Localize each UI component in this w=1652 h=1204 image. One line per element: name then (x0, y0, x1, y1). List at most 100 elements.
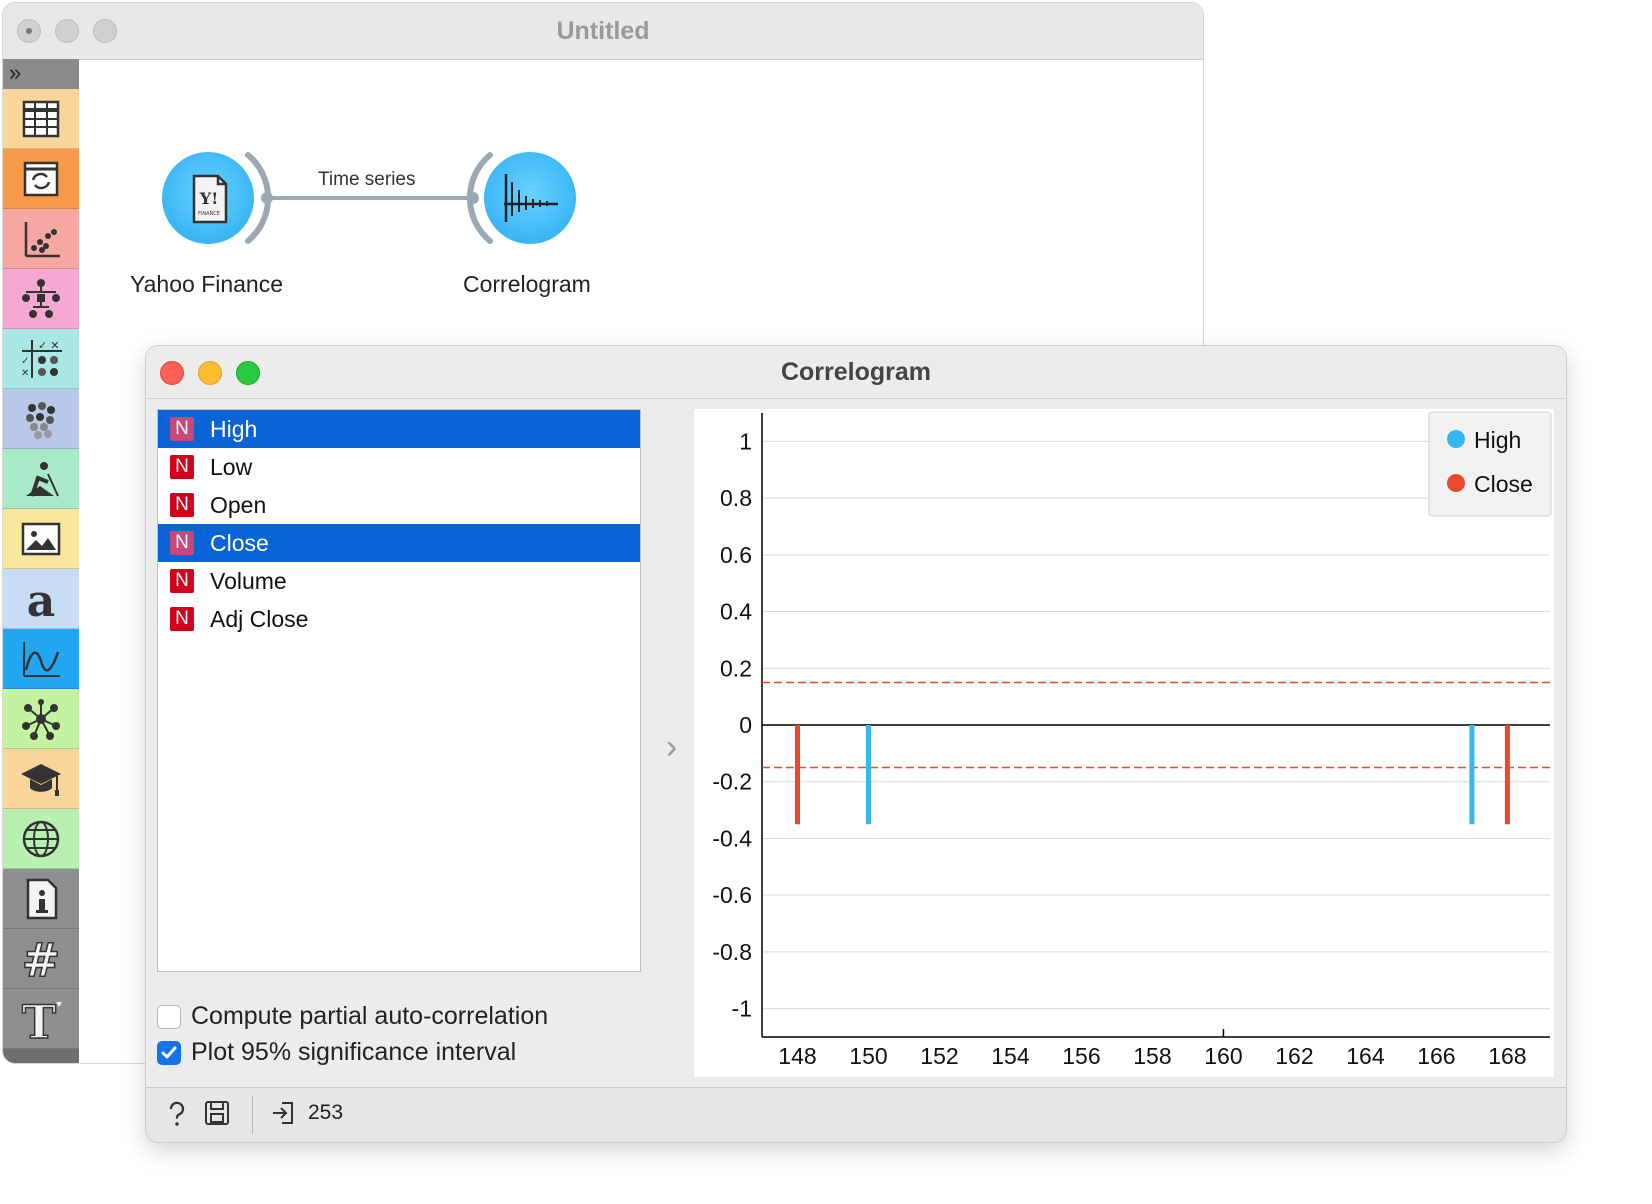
y-tick-label: -0.4 (712, 825, 752, 851)
y-tick-label: 0 (739, 712, 752, 738)
chevron-right-icon[interactable]: › (666, 728, 677, 767)
correlogram-titlebar: Correlogram (146, 346, 1566, 399)
yahoo-finance-icon: Y! FINANCE (192, 174, 228, 224)
input-icon (273, 1102, 293, 1124)
variable-name: Low (210, 453, 253, 480)
correlogram-node-label[interactable]: Correlogram (463, 271, 591, 298)
y-tick-label: 0.6 (720, 542, 752, 568)
toolbox-category-evaluate[interactable]: ✓ ✕ ✓ ✕ (3, 329, 79, 389)
prototypes-icon (26, 461, 59, 497)
toolbox-category-network[interactable] (3, 689, 79, 749)
variable-name: High (210, 415, 258, 442)
svg-text:Y!: Y! (199, 189, 218, 208)
hash-icon: # (21, 936, 61, 982)
variable-item[interactable]: N High (158, 410, 640, 448)
input-count: 253 (308, 1101, 344, 1124)
x-tick-label: 156 (1062, 1043, 1100, 1069)
toolbox-category-educational[interactable] (3, 749, 79, 809)
input-summary[interactable]: 253 (270, 1100, 343, 1126)
educational-icon (21, 763, 61, 796)
svg-text:#: # (22, 936, 61, 982)
text-tool-icon: T (21, 996, 62, 1042)
numeric-variable-icon: N (170, 531, 194, 555)
correlogram-window: Correlogram N High N Low N Open N Close N Volume N… (146, 346, 1566, 1142)
text-mining-icon: a (27, 576, 56, 622)
variable-item[interactable]: N Open (158, 486, 640, 524)
y-tick-label: 1 (739, 428, 752, 454)
geo-icon (22, 820, 60, 857)
svg-text:✓ ✕: ✓ ✕ (38, 340, 60, 352)
toolbox-category-image-analytics[interactable] (3, 509, 79, 569)
info-icon (26, 878, 58, 919)
variable-name: Volume (210, 567, 287, 594)
evaluate-icon: ✓ ✕ ✓✕ (21, 339, 62, 379)
y-tick-label: -0.8 (712, 939, 752, 965)
partial-autocorrelation-checkbox[interactable] (157, 1004, 181, 1029)
svg-text:FINANCE: FINANCE (198, 211, 220, 217)
y-tick-label: 0.2 (720, 655, 752, 681)
image-analytics-icon (21, 522, 61, 555)
partial-autocorrelation-option[interactable]: Compute partial auto-correlation (157, 1002, 548, 1031)
x-tick-label: 154 (991, 1043, 1030, 1069)
x-tick-label: 148 (778, 1043, 816, 1069)
x-tick-label: 152 (920, 1043, 958, 1069)
checkmark-icon (161, 1046, 177, 1058)
variable-name: Adj Close (210, 605, 309, 632)
toolbox-category-timeseries[interactable] (3, 629, 79, 689)
toolbox-category-prototypes[interactable] (3, 449, 79, 509)
timeseries-icon (23, 641, 60, 677)
x-tick-label: 166 (1417, 1043, 1455, 1069)
variable-name: Open (210, 491, 267, 518)
y-tick-label: -0.6 (712, 882, 752, 908)
link-label[interactable]: Time series (318, 169, 415, 191)
correlogram-chart-svg[interactable]: 1 0.8 0.6 0.4 0.2 0 -0.2 -0.4 -0.6 -0.8 -1 148 150 15… (694, 409, 1554, 1077)
x-tick-label: 150 (849, 1043, 887, 1069)
x-tick-label: 164 (1346, 1043, 1385, 1069)
x-tick-label: 158 (1133, 1043, 1171, 1069)
correlogram-plot[interactable]: 1 0.8 0.6 0.4 0.2 0 -0.2 -0.4 -0.6 -0.8 -1 148 150 15… (694, 409, 1554, 1077)
help-icon[interactable] (164, 1100, 190, 1128)
x-tick-label: 168 (1488, 1043, 1526, 1069)
y-tick-label: 0.4 (720, 599, 752, 625)
legend-marker-close (1447, 474, 1465, 492)
numeric-variable-icon: N (170, 417, 194, 441)
correlogram-title: Correlogram (780, 358, 932, 386)
y-tick-label: 0.8 (720, 485, 752, 511)
correlogram-node-circle[interactable] (484, 152, 576, 244)
x-tick-label: 162 (1275, 1043, 1313, 1069)
save-icon[interactable] (204, 1100, 230, 1126)
network-icon (22, 698, 60, 740)
x-tick-label: 160 (1204, 1043, 1242, 1069)
variable-list[interactable]: N High N Low N Open N Close N Volume N Adj Close (157, 409, 641, 972)
toolbox-category-text-mining[interactable]: a (3, 569, 79, 629)
legend-label: High (1474, 427, 1521, 453)
toolbox-category-info[interactable] (3, 869, 79, 929)
legend-label: Close (1474, 471, 1533, 497)
yahoo-finance-node-circle[interactable]: Y! FINANCE (162, 152, 254, 244)
variable-item[interactable]: N Volume (158, 562, 640, 600)
legend-marker-high (1447, 430, 1465, 448)
significance-interval-label[interactable]: Plot 95% significance interval (191, 1038, 516, 1067)
significance-interval-checkbox[interactable] (157, 1040, 181, 1065)
svg-text:a: a (27, 576, 56, 622)
toolbox-category-geo[interactable] (3, 809, 79, 869)
y-tick-label: -1 (732, 996, 752, 1022)
toolbox-category-unsupervised[interactable] (3, 389, 79, 449)
y-tick-label: -0.2 (712, 769, 752, 795)
toolbox-category-hash[interactable]: # (3, 929, 79, 989)
svg-text:✕: ✕ (21, 368, 29, 379)
yahoo-finance-node-label[interactable]: Yahoo Finance (130, 271, 283, 298)
link-start-dot (261, 192, 273, 204)
variable-item[interactable]: N Close (158, 524, 640, 562)
toolbox-category-text-tool[interactable]: T (3, 989, 79, 1049)
variable-item[interactable]: N Adj Close (158, 600, 640, 638)
variable-item[interactable]: N Low (158, 448, 640, 486)
partial-autocorrelation-label[interactable]: Compute partial auto-correlation (191, 1002, 548, 1031)
variable-name: Close (210, 529, 269, 556)
unsupervised-icon (26, 401, 55, 439)
significance-interval-option[interactable]: Plot 95% significance interval (157, 1038, 516, 1067)
numeric-variable-icon: N (170, 455, 194, 479)
status-divider (252, 1096, 253, 1134)
numeric-variable-icon: N (170, 607, 194, 631)
numeric-variable-icon: N (170, 493, 194, 517)
